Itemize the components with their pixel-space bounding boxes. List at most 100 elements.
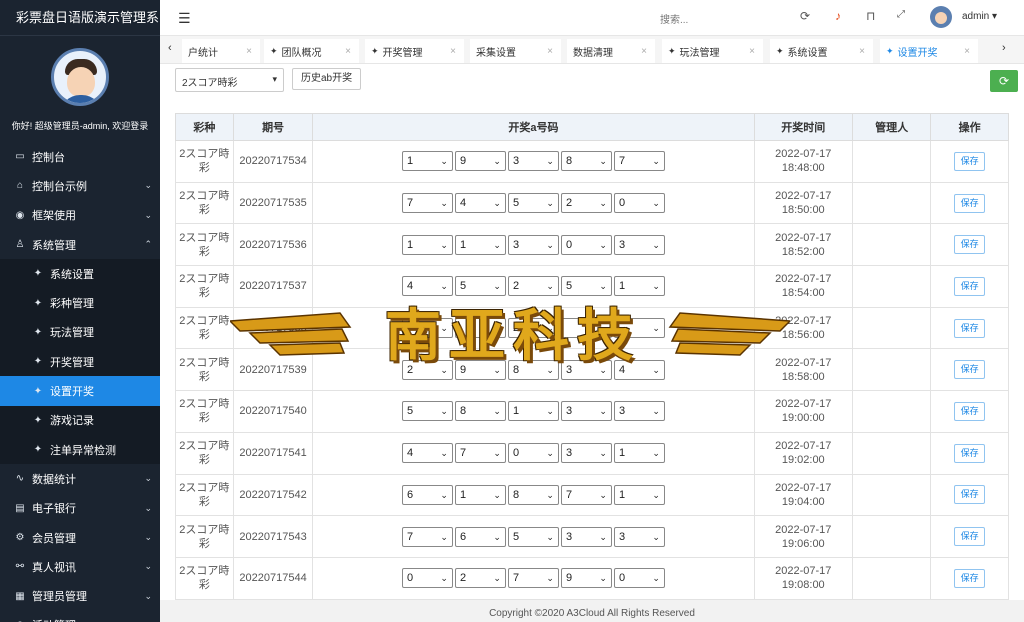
ball-select[interactable]: 8 ⌄ [454, 401, 506, 422]
sidebar-item[interactable]: ⚯ 真人视讯 ⌄ [0, 552, 160, 581]
ball-select[interactable]: 1 ⌄ [507, 401, 559, 422]
tab[interactable]: 户统计 × [182, 39, 260, 63]
tab[interactable]: ✦ 玩法管理 × [662, 39, 763, 63]
close-icon[interactable]: × [246, 46, 252, 57]
save-button[interactable]: 保存 [954, 193, 986, 213]
tab[interactable]: 数据清理 × [567, 39, 655, 63]
ball-select[interactable]: 7 ⌄ [401, 526, 453, 547]
ball-select[interactable]: 3 ⌄ [507, 151, 559, 172]
save-button[interactable]: 保存 [954, 527, 986, 547]
ball-select[interactable]: 5 ⌄ [507, 526, 559, 547]
bell-icon[interactable]: ♪ [835, 9, 841, 23]
ball-select[interactable]: 7 ⌄ [507, 568, 559, 589]
ball-select[interactable]: 3 ⌄ [613, 526, 665, 547]
user-menu[interactable]: admin ▾ [962, 11, 997, 22]
ball-select[interactable]: 0 ⌄ [560, 234, 612, 255]
tab[interactable]: ✦ 开奖管理 × [365, 39, 464, 63]
ball-select[interactable]: 4 ⌄ [401, 443, 453, 464]
sidebar-item[interactable]: ✦ 系统设置 [0, 259, 160, 289]
user-avatar[interactable] [930, 6, 952, 28]
ball-select[interactable]: 9 ⌄ [454, 151, 506, 172]
sidebar-item[interactable]: ◍活动管理⌄ [0, 611, 160, 622]
ball-select[interactable]: 1 ⌄ [401, 151, 453, 172]
gear-icon: ✦ [776, 45, 784, 56]
ball-select[interactable]: 5 ⌄ [507, 193, 559, 214]
menu-toggle-icon[interactable]: ☰ [178, 10, 191, 27]
ball-select[interactable]: 8 ⌄ [560, 151, 612, 172]
ball-select[interactable]: 7 ⌄ [454, 443, 506, 464]
ball-select[interactable]: 1 ⌄ [613, 484, 665, 505]
ball-select[interactable]: 3 ⌄ [613, 401, 665, 422]
ball-select[interactable]: 6 ⌄ [454, 526, 506, 547]
ball-select[interactable]: 5 ⌄ [401, 401, 453, 422]
close-icon[interactable]: × [547, 46, 553, 57]
fullscreen-icon[interactable]: ⤢ [897, 9, 905, 20]
tab-scroll-right-icon[interactable]: › [1002, 42, 1006, 54]
sidebar-item[interactable]: ✦ 注单异常检测 [0, 434, 160, 465]
tab[interactable]: ✦ 设置开奖 × [880, 39, 978, 63]
sidebar-item[interactable]: ✦ 彩种管理 [0, 288, 160, 318]
sidebar-item[interactable]: ✦ 设置开奖 [0, 376, 160, 406]
search-input[interactable]: 搜索... [660, 11, 688, 26]
sidebar-item[interactable]: ∿ 数据统计 ⌄ [0, 464, 160, 493]
sidebar-item[interactable]: ♙ 系统管理 ⌃ [0, 230, 160, 259]
sidebar-item[interactable]: ✦ 游戏记录 [0, 405, 160, 435]
refresh-button[interactable]: ⟳ [990, 70, 1018, 92]
table-row: 2スコア時彩 20220717541 4 ⌄ 7 ⌄ 0 ⌄ 3 ⌄ 1 ⌄ 2022-07-17 19… [175, 431, 1009, 475]
ball-select[interactable]: 3 ⌄ [560, 526, 612, 547]
ball-select[interactable]: 2 ⌄ [560, 193, 612, 214]
ball-select[interactable]: 3 ⌄ [560, 443, 612, 464]
ball-select[interactable]: 0 ⌄ [613, 568, 665, 589]
lottery-select[interactable]: 2スコア時彩 ▾ [175, 68, 284, 92]
save-button[interactable]: 保存 [954, 443, 986, 463]
save-button[interactable]: 保存 [954, 151, 986, 171]
save-button[interactable]: 保存 [954, 485, 986, 505]
save-button[interactable]: 保存 [954, 235, 986, 255]
ball-select[interactable]: 0 ⌄ [401, 568, 453, 589]
lock-icon[interactable]: ⊓ [866, 9, 875, 23]
ball-select[interactable]: 4 ⌄ [454, 193, 506, 214]
refresh-icon[interactable]: ⟳ [800, 9, 810, 23]
ball-select[interactable]: 1 ⌄ [401, 234, 453, 255]
tab[interactable]: ✦ 团队概况 × [264, 39, 359, 63]
sidebar-item[interactable]: ▦ 管理员管理 ⌄ [0, 581, 160, 610]
tab[interactable]: ✦ 系统设置 × [770, 39, 873, 63]
close-icon[interactable]: × [859, 46, 865, 57]
sidebar-item[interactable]: ▤ 电子银行 ⌄ [0, 494, 160, 523]
sidebar-item[interactable]: ⌂ 控制台示例 ⌄ [0, 171, 160, 200]
sidebar-item[interactable]: ✦ 玩法管理 [0, 317, 160, 348]
save-button[interactable]: 保存 [954, 318, 986, 338]
ball-select[interactable]: 0 ⌄ [507, 443, 559, 464]
save-button[interactable]: 保存 [954, 360, 986, 380]
ball-value: 1 [406, 155, 414, 168]
close-icon[interactable]: × [450, 46, 456, 57]
ball-select[interactable]: 2 ⌄ [454, 568, 506, 589]
sidebar-item[interactable]: ▭ 控制台 [0, 142, 160, 171]
close-icon[interactable]: × [641, 46, 647, 57]
close-icon[interactable]: × [345, 46, 351, 57]
save-button[interactable]: 保存 [954, 276, 986, 296]
close-icon[interactable]: × [964, 46, 970, 57]
ball-select[interactable]: 1 ⌄ [454, 234, 506, 255]
tab-scroll-left-icon[interactable]: ‹ [168, 42, 172, 54]
save-button[interactable]: 保存 [954, 401, 986, 421]
ball-select[interactable]: 6 ⌄ [401, 484, 453, 505]
history-ab-button[interactable]: 历史ab开奖 [292, 68, 362, 90]
ball-select[interactable]: 0 ⌄ [613, 193, 665, 214]
sidebar-item[interactable]: ✦ 开奖管理 [0, 347, 160, 377]
ball-select[interactable]: 1 ⌄ [454, 484, 506, 505]
close-icon[interactable]: × [749, 46, 755, 57]
ball-select[interactable]: 3 ⌄ [613, 234, 665, 255]
sidebar-item[interactable]: ◉ 框架使用 ⌄ [0, 201, 160, 230]
ball-select[interactable]: 8 ⌄ [507, 484, 559, 505]
ball-select[interactable]: 7 ⌄ [401, 193, 453, 214]
ball-select[interactable]: 1 ⌄ [613, 443, 665, 464]
sidebar-item[interactable]: ⚙ 会员管理 ⌄ [0, 523, 160, 552]
ball-select[interactable]: 9 ⌄ [560, 568, 612, 589]
ball-select[interactable]: 3 ⌄ [560, 401, 612, 422]
save-button[interactable]: 保存 [954, 568, 986, 588]
tab[interactable]: 采集设置 × [470, 39, 561, 63]
ball-select[interactable]: 7 ⌄ [613, 151, 665, 172]
ball-select[interactable]: 7 ⌄ [560, 484, 612, 505]
ball-select[interactable]: 3 ⌄ [507, 234, 559, 255]
